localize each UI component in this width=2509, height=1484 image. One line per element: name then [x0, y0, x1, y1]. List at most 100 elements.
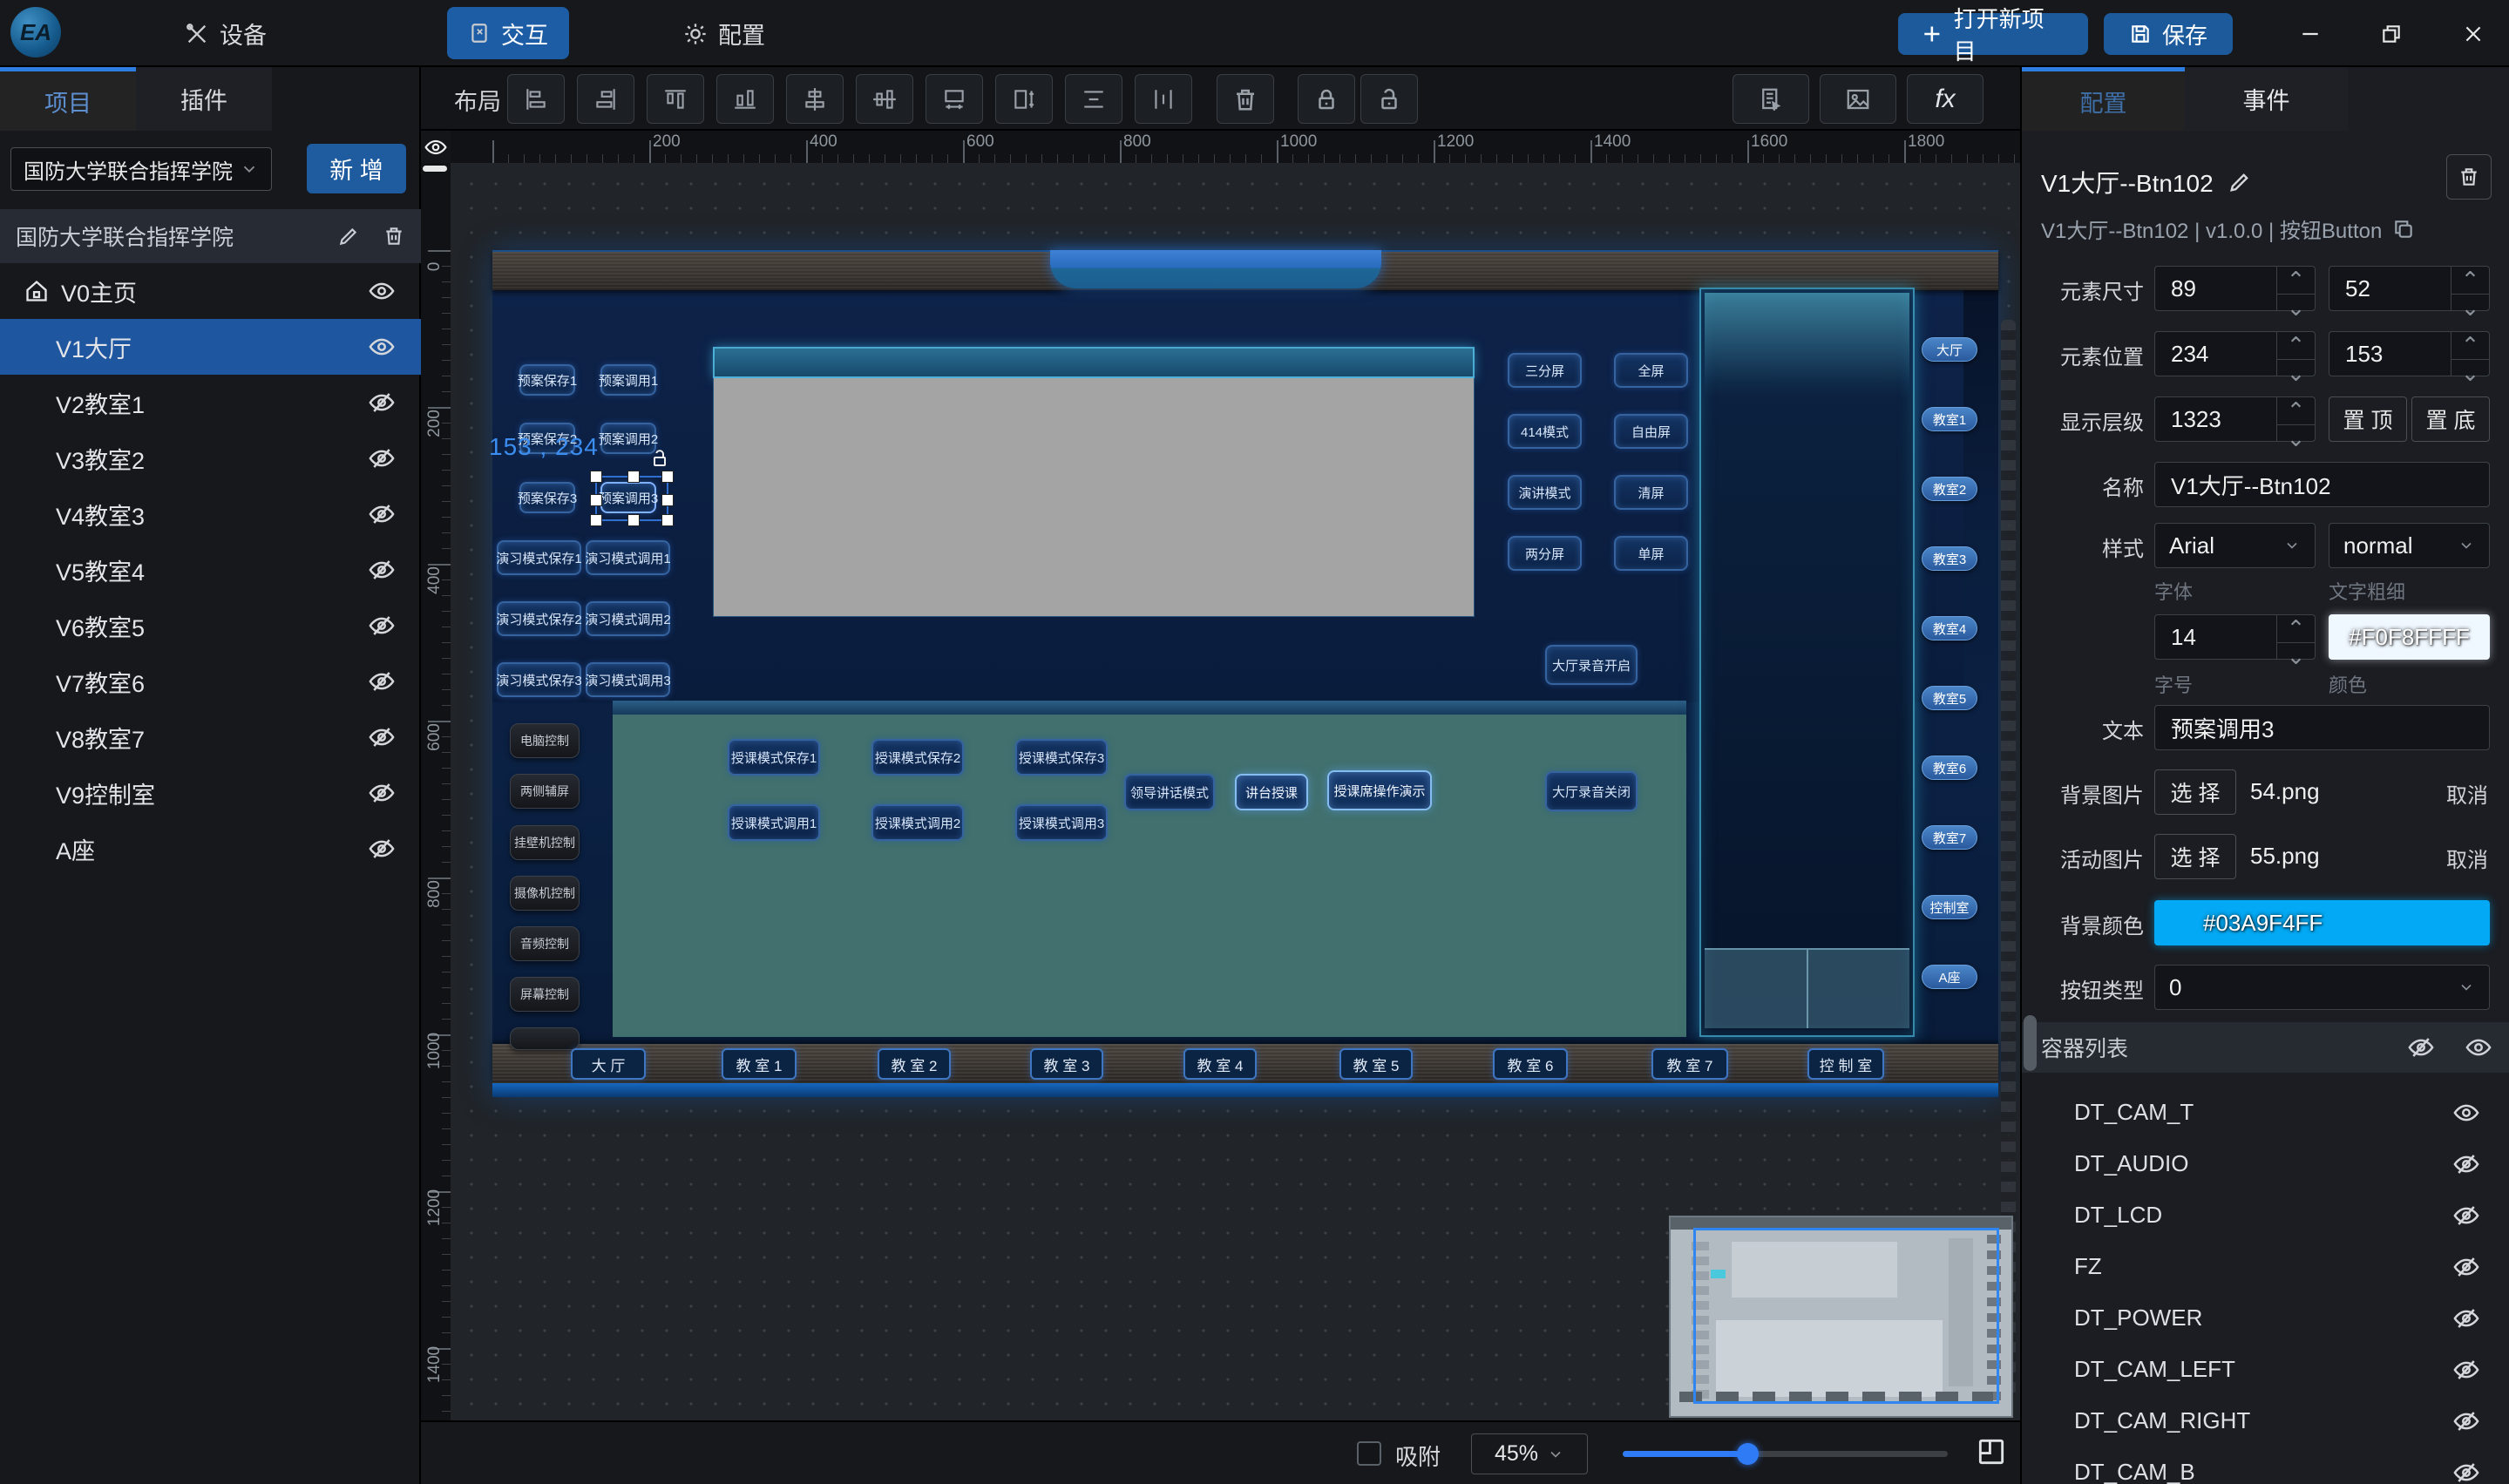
eye-off-icon[interactable]: [369, 445, 395, 471]
ruler-handle[interactable]: [423, 166, 447, 172]
handle-w[interactable]: [590, 494, 602, 506]
design-button[interactable]: 讲台授课: [1235, 774, 1308, 810]
page-list-item[interactable]: V8教室7: [0, 709, 421, 765]
image-button[interactable]: [1820, 74, 1896, 124]
eye-off-icon[interactable]: [369, 780, 395, 806]
eye-off-icon[interactable]: [2453, 1408, 2479, 1434]
container-list-item[interactable]: DT_POWER: [2022, 1292, 2509, 1344]
design-button[interactable]: 控 制 室: [1807, 1048, 1884, 1080]
design-button[interactable]: 屏幕控制: [510, 977, 580, 1012]
page-list-item[interactable]: V9控制室: [0, 765, 421, 821]
save-button[interactable]: 保存: [2104, 13, 2233, 55]
design-button[interactable]: 两分屏: [1508, 536, 1582, 571]
choose-bg-image-button[interactable]: 选 择: [2154, 769, 2236, 815]
design-button[interactable]: 控制室: [1922, 895, 1977, 919]
design-button[interactable]: 授课模式调用3: [1015, 804, 1108, 841]
design-button[interactable]: 演讲模式: [1508, 475, 1582, 510]
align-bottom-button[interactable]: [716, 74, 774, 124]
project-group-header[interactable]: 国防大学联合指挥学院: [0, 209, 421, 263]
copy-icon[interactable]: [2392, 218, 2415, 241]
design-button[interactable]: 教室2: [1922, 477, 1977, 501]
bring-to-front-button[interactable]: 置 顶: [2329, 396, 2407, 442]
design-button[interactable]: A座: [1922, 965, 1977, 989]
align-top-button[interactable]: [647, 74, 704, 124]
stepper[interactable]: ⌃⌄: [2276, 615, 2315, 659]
font-size-input[interactable]: 14 ⌃⌄: [2154, 614, 2316, 660]
eye-off-icon[interactable]: [369, 836, 395, 862]
design-button[interactable]: 两侧辅屏: [510, 774, 580, 809]
edit-icon[interactable]: [337, 225, 360, 247]
size-height-input[interactable]: 52 ⌃⌄: [2329, 266, 2490, 311]
design-button[interactable]: 教室3: [1922, 546, 1977, 571]
design-button[interactable]: 授课模式调用1: [728, 804, 820, 841]
font-family-select[interactable]: Arial: [2154, 523, 2316, 568]
stepper[interactable]: ⌃⌄: [2451, 267, 2489, 310]
design-button[interactable]: 演习模式保存3: [497, 662, 581, 697]
open-project-button[interactable]: 打开新项目: [1898, 13, 2088, 55]
zoom-slider[interactable]: [1623, 1451, 1948, 1457]
show-all-icon[interactable]: [2465, 1034, 2492, 1060]
handle-ne[interactable]: [661, 471, 674, 483]
design-button[interactable]: 音频控制: [510, 926, 580, 961]
delete-element-button[interactable]: [2446, 154, 2492, 200]
selection-overlay[interactable]: [595, 476, 668, 521]
font-weight-select[interactable]: normal: [2329, 523, 2490, 568]
tab-events[interactable]: 事件: [2185, 67, 2348, 131]
eye-off-icon[interactable]: [2453, 1151, 2479, 1177]
zoom-select[interactable]: 45%: [1471, 1433, 1588, 1474]
design-button[interactable]: 全屏: [1614, 353, 1688, 388]
design-button[interactable]: 教室5: [1922, 686, 1977, 710]
lock-button[interactable]: [1298, 74, 1355, 124]
design-button[interactable]: 单屏: [1614, 536, 1688, 571]
page-list-item[interactable]: V0主页: [0, 263, 421, 319]
design-button[interactable]: 教室1: [1922, 407, 1977, 431]
button-type-select[interactable]: 0: [2154, 965, 2490, 1010]
fx-button[interactable]: fx: [1907, 74, 1983, 124]
tab-plugins[interactable]: 插件: [136, 67, 272, 131]
pos-x-input[interactable]: 234 ⌃⌄: [2154, 331, 2316, 376]
eye-off-icon[interactable]: [2453, 1203, 2479, 1229]
eye-icon[interactable]: [369, 334, 395, 360]
design-button[interactable]: 授课模式调用2: [871, 804, 964, 841]
design-button[interactable]: 清屏: [1614, 475, 1688, 510]
design-button[interactable]: 授课模式保存3: [1015, 739, 1108, 776]
align-center-x-button[interactable]: [856, 74, 913, 124]
page-corner-icon[interactable]: [1975, 1435, 2008, 1468]
stepper[interactable]: ⌃⌄: [2451, 332, 2489, 376]
design-button[interactable]: 预案保存3: [519, 482, 575, 513]
eye-off-icon[interactable]: [2453, 1357, 2479, 1383]
minimize-button[interactable]: [2288, 17, 2333, 51]
close-button[interactable]: [2451, 17, 2496, 51]
design-button[interactable]: 教 室 6: [1493, 1048, 1568, 1080]
stepper[interactable]: ⌃⌄: [2276, 332, 2315, 376]
container-list-item[interactable]: DT_AUDIO: [2022, 1138, 2509, 1189]
cancel-bg-image[interactable]: 取消: [2446, 778, 2488, 809]
align-center-y-button[interactable]: [786, 74, 844, 124]
design-button[interactable]: 教室4: [1922, 616, 1977, 640]
page-list-item[interactable]: V3教室2: [0, 430, 421, 486]
unlock-button[interactable]: [1360, 74, 1418, 124]
eye-off-icon[interactable]: [369, 557, 395, 583]
design-button[interactable]: 演习模式保存1: [497, 540, 581, 575]
tab-config[interactable]: 配置: [2022, 67, 2185, 131]
container-list-item[interactable]: DT_CAM_LEFT: [2022, 1344, 2509, 1395]
design-page[interactable]: 预案保存1预案调用1预案保存2预案调用2预案保存3预案调用3演习模式保存1演习模…: [492, 250, 1998, 1097]
menu-device[interactable]: 设备: [164, 0, 288, 67]
menu-interact[interactable]: 交互: [447, 7, 569, 59]
design-button[interactable]: 三分屏: [1508, 353, 1582, 388]
design-button[interactable]: 授课模式保存1: [728, 739, 820, 776]
minimap-viewport[interactable]: [1693, 1228, 1999, 1404]
container-list-item[interactable]: DT_CAM_RIGHT: [2022, 1395, 2509, 1447]
handle-nw[interactable]: [590, 471, 602, 483]
menu-config[interactable]: 配置: [662, 0, 786, 67]
page-list-item[interactable]: A座: [0, 821, 421, 877]
design-button[interactable]: 教 室 2: [878, 1048, 951, 1080]
handle-e[interactable]: [661, 494, 674, 506]
layer-input[interactable]: 1323 ⌃⌄: [2154, 396, 2316, 442]
font-color-swatch[interactable]: #F0F8FFFF: [2329, 614, 2490, 660]
template-button[interactable]: [1733, 74, 1809, 124]
distribute-h-button[interactable]: [1065, 74, 1122, 124]
eye-off-icon[interactable]: [2453, 1460, 2479, 1484]
design-button[interactable]: 预案调用1: [600, 364, 656, 396]
eye-icon[interactable]: [369, 278, 395, 304]
